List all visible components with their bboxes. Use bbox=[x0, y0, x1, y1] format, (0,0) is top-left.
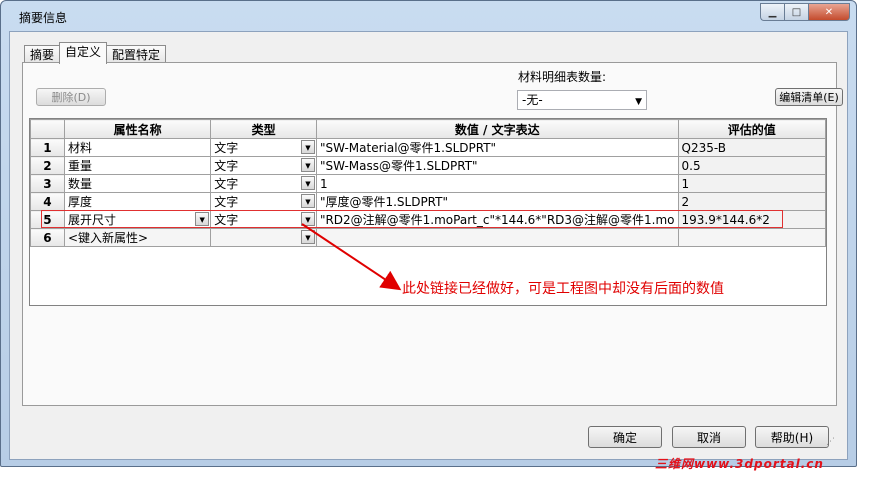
close-icon: ✕ bbox=[824, 6, 834, 18]
type-value: 文字 bbox=[214, 195, 239, 209]
value-expression-cell[interactable]: "厚度@零件1.SLDPRT" bbox=[315, 192, 679, 211]
value-expression-cell[interactable]: "SW-Material@零件1.SLDPRT" bbox=[315, 138, 679, 157]
column-header-value-expression[interactable]: 数值 / 文字表达 bbox=[315, 119, 679, 139]
table-row: 2 重量 文字 ▼ "SW-Mass@零件1.SLDPRT" 0.5 bbox=[30, 156, 826, 175]
table-row-new: 6 <键入新属性> ▼ bbox=[30, 228, 826, 247]
dropdown-arrow-icon[interactable]: ▼ bbox=[300, 194, 315, 208]
dropdown-arrow-icon[interactable]: ▼ bbox=[300, 176, 315, 190]
property-name-cell[interactable]: 重量 bbox=[63, 156, 212, 175]
value-expression-cell[interactable]: "RD2@注解@零件1.moPart_c"*144.6*"RD3@注解@零件1.… bbox=[315, 210, 679, 229]
column-header-evaluated-value[interactable]: 评估的值 bbox=[677, 119, 826, 139]
maximize-icon: □ bbox=[791, 6, 802, 18]
value-expression-cell[interactable]: 1 bbox=[315, 174, 679, 193]
dropdown-arrow-icon[interactable]: ▼ bbox=[300, 212, 315, 226]
type-cell[interactable]: 文字 ▼ bbox=[210, 138, 317, 157]
evaluated-value-cell: Q235-B bbox=[677, 138, 826, 157]
table-row: 4 厚度 文字 ▼ "厚度@零件1.SLDPRT" 2 bbox=[30, 192, 826, 211]
tab-custom[interactable]: 自定义 bbox=[59, 42, 108, 64]
watermark: 三维网www.3dportal.cn bbox=[655, 457, 824, 471]
property-name-cell[interactable]: 展开尺寸 ▼ bbox=[63, 210, 212, 229]
help-button[interactable]: 帮助(H) bbox=[755, 426, 829, 448]
maximize-button[interactable]: □ bbox=[784, 3, 808, 21]
dropdown-arrow-icon[interactable]: ▼ bbox=[300, 158, 315, 172]
minimize-button[interactable]: ▁ bbox=[760, 3, 784, 21]
dropdown-arrow-icon[interactable]: ▼ bbox=[300, 230, 315, 244]
value-expression-cell[interactable] bbox=[315, 228, 679, 247]
property-name-cell[interactable]: 材料 bbox=[63, 138, 212, 157]
type-value: 文字 bbox=[214, 159, 239, 173]
ok-button[interactable]: 确定 bbox=[588, 426, 662, 448]
edit-list-button[interactable]: 编辑清单(E) bbox=[775, 88, 843, 106]
type-cell[interactable]: 文字 ▼ bbox=[210, 210, 317, 229]
evaluated-value-cell: 2 bbox=[677, 192, 826, 211]
column-header-rownum[interactable] bbox=[30, 119, 65, 139]
bom-quantity-select[interactable]: -无- ▼ bbox=[517, 90, 647, 110]
type-cell[interactable]: 文字 ▼ bbox=[210, 156, 317, 175]
value-expression-cell[interactable]: "SW-Mass@零件1.SLDPRT" bbox=[315, 156, 679, 175]
property-name-cell[interactable]: 数量 bbox=[63, 174, 212, 193]
dropdown-arrow-icon[interactable]: ▼ bbox=[300, 140, 315, 154]
column-header-type[interactable]: 类型 bbox=[210, 119, 317, 139]
new-property-cell[interactable]: <键入新属性> bbox=[63, 228, 212, 247]
type-cell[interactable]: 文字 ▼ bbox=[210, 174, 317, 193]
grid-header-row: 属性名称 类型 数值 / 文字表达 评估的值 bbox=[30, 119, 826, 139]
evaluated-value-cell: 0.5 bbox=[677, 156, 826, 175]
cancel-button[interactable]: 取消 bbox=[672, 426, 746, 448]
evaluated-value-cell: 193.9*144.6*2 bbox=[677, 210, 826, 229]
tab-strip: 摘要 自定义 配置特定 bbox=[24, 42, 167, 64]
table-row: 1 材料 文字 ▼ "SW-Material@零件1.SLDPRT" Q235-B bbox=[30, 138, 826, 157]
annotation-text: 此处链接已经做好，可是工程图中却没有后面的数值 bbox=[402, 281, 724, 297]
delete-button[interactable]: 删除(D) bbox=[36, 88, 106, 106]
title-bar[interactable]: 摘要信息 ▁ □ ✕ bbox=[1, 1, 856, 33]
property-name-cell[interactable]: 厚度 bbox=[63, 192, 212, 211]
column-header-property-name[interactable]: 属性名称 bbox=[63, 119, 212, 139]
property-name-value: 展开尺寸 bbox=[67, 213, 116, 227]
row-number[interactable]: 2 bbox=[30, 156, 65, 175]
evaluated-value-cell: 1 bbox=[677, 174, 826, 193]
type-value: 文字 bbox=[214, 177, 239, 191]
evaluated-value-cell bbox=[677, 228, 826, 247]
dropdown-arrow-icon[interactable]: ▼ bbox=[195, 212, 210, 226]
row-number[interactable]: 5 bbox=[30, 210, 65, 229]
type-cell[interactable]: ▼ bbox=[210, 228, 317, 247]
close-button[interactable]: ✕ bbox=[808, 3, 850, 21]
resize-grip-icon[interactable]: ⋰ bbox=[826, 437, 835, 447]
row-number[interactable]: 1 bbox=[30, 138, 65, 157]
properties-table: 属性名称 类型 数值 / 文字表达 评估的值 1 材料 文字 ▼ "SW-Mate… bbox=[30, 119, 826, 247]
row-number[interactable]: 4 bbox=[30, 192, 65, 211]
row-number[interactable]: 3 bbox=[30, 174, 65, 193]
row-number[interactable]: 6 bbox=[30, 228, 65, 247]
minimize-icon: ▁ bbox=[768, 6, 777, 18]
type-cell[interactable]: 文字 ▼ bbox=[210, 192, 317, 211]
bom-quantity-label: 材料明细表数量: bbox=[518, 70, 607, 84]
window-controls: ▁ □ ✕ bbox=[760, 3, 850, 21]
table-row-selected: 5 展开尺寸 ▼ 文字 ▼ "RD2@注解@零件1.moPart_c"*144.6*… bbox=[30, 210, 826, 229]
type-value: 文字 bbox=[214, 141, 239, 155]
type-value: 文字 bbox=[214, 213, 239, 227]
table-row: 3 数量 文字 ▼ 1 1 bbox=[30, 174, 826, 193]
chevron-down-icon: ▼ bbox=[635, 97, 642, 107]
bom-quantity-value: -无- bbox=[522, 93, 543, 107]
window-title: 摘要信息 bbox=[19, 11, 68, 25]
